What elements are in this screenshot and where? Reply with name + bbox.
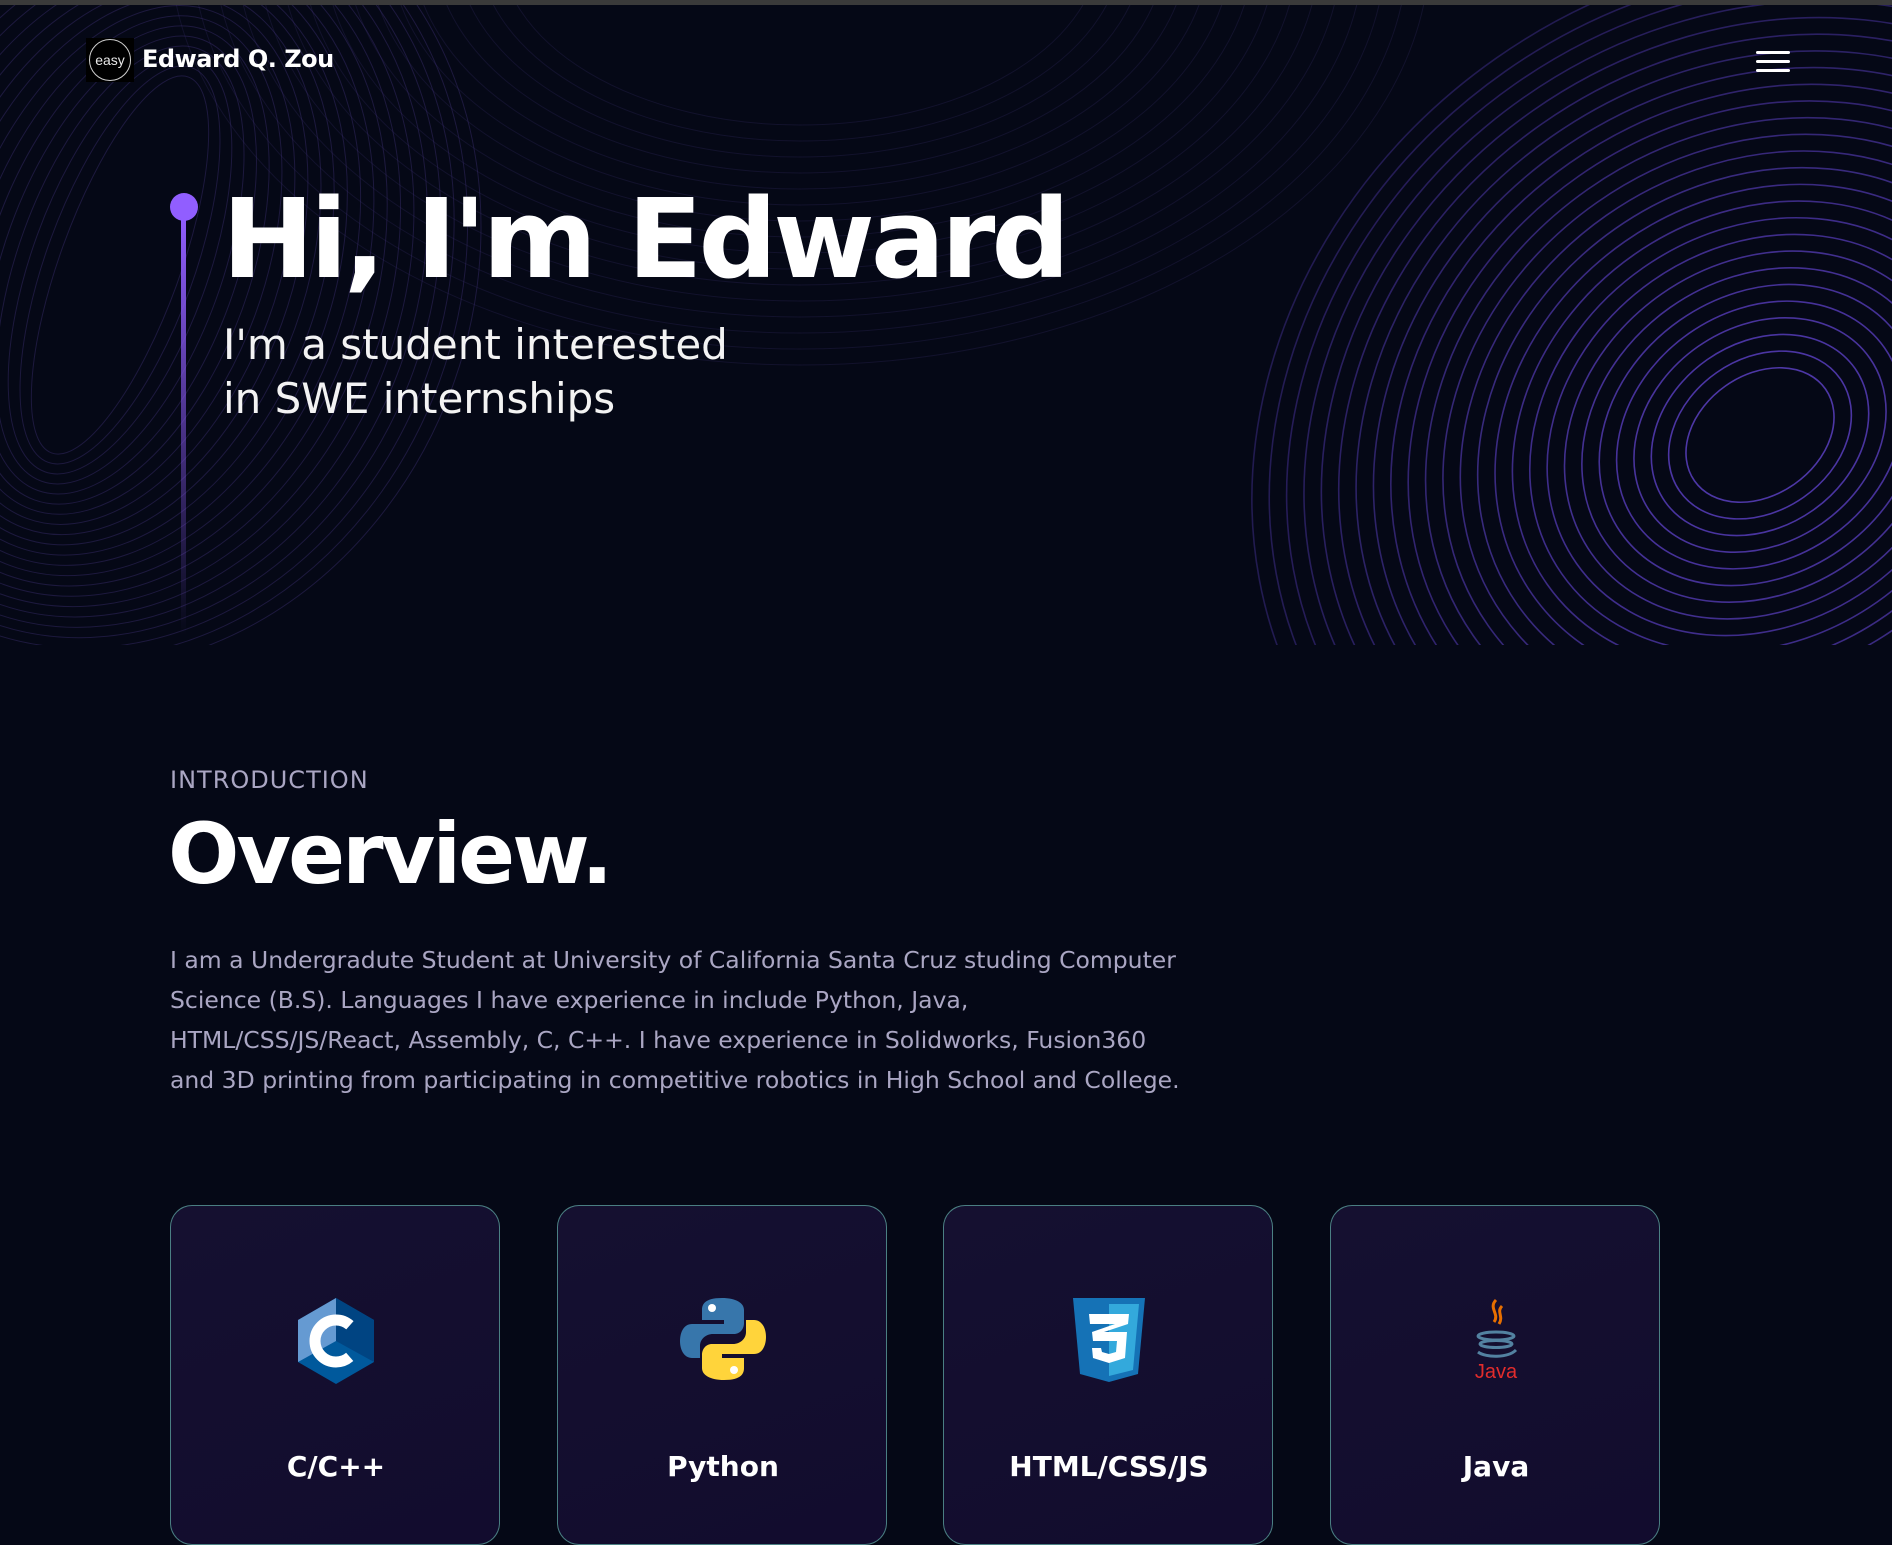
skill-card-java[interactable]: Java Java	[1330, 1205, 1660, 1545]
skill-label: C/C++	[286, 1450, 386, 1483]
skill-card-web[interactable]: HTML/CSS/JS	[943, 1205, 1273, 1545]
python-icon	[558, 1296, 888, 1388]
overview-paragraph: I am a Undergradute Student at Universit…	[170, 946, 1180, 1094]
hamburger-menu-icon[interactable]	[1752, 47, 1792, 77]
skill-card-c[interactable]: C/C++	[170, 1205, 500, 1545]
hero-subtitle-line-2: in SWE internships	[223, 374, 616, 423]
skill-card-python[interactable]: Python	[557, 1205, 887, 1545]
skill-label: HTML/CSS/JS	[1009, 1450, 1209, 1483]
timeline-line	[181, 215, 186, 635]
skill-label: Python	[667, 1450, 779, 1483]
java-icon: Java	[1331, 1296, 1661, 1388]
c-plus-plus-icon	[171, 1296, 501, 1388]
hero-title: Hi, I'm Edward	[222, 175, 1070, 303]
site-name[interactable]: Edward Q. Zou	[142, 45, 334, 73]
skill-label: Java	[1462, 1450, 1530, 1483]
site-logo[interactable]: easy	[86, 38, 134, 82]
hero-subtitle: I'm a student interested in SWE internsh…	[223, 318, 728, 426]
section-title: Overview.	[168, 805, 613, 903]
logo-text: easy	[89, 39, 131, 81]
hero-subtitle-line-1: I'm a student interested	[223, 320, 728, 369]
java-icon-text: Java	[1475, 1361, 1518, 1382]
navbar: easy Edward Q. Zou	[0, 5, 1892, 105]
css3-icon	[944, 1296, 1274, 1388]
section-label: INTRODUCTION	[170, 766, 369, 794]
